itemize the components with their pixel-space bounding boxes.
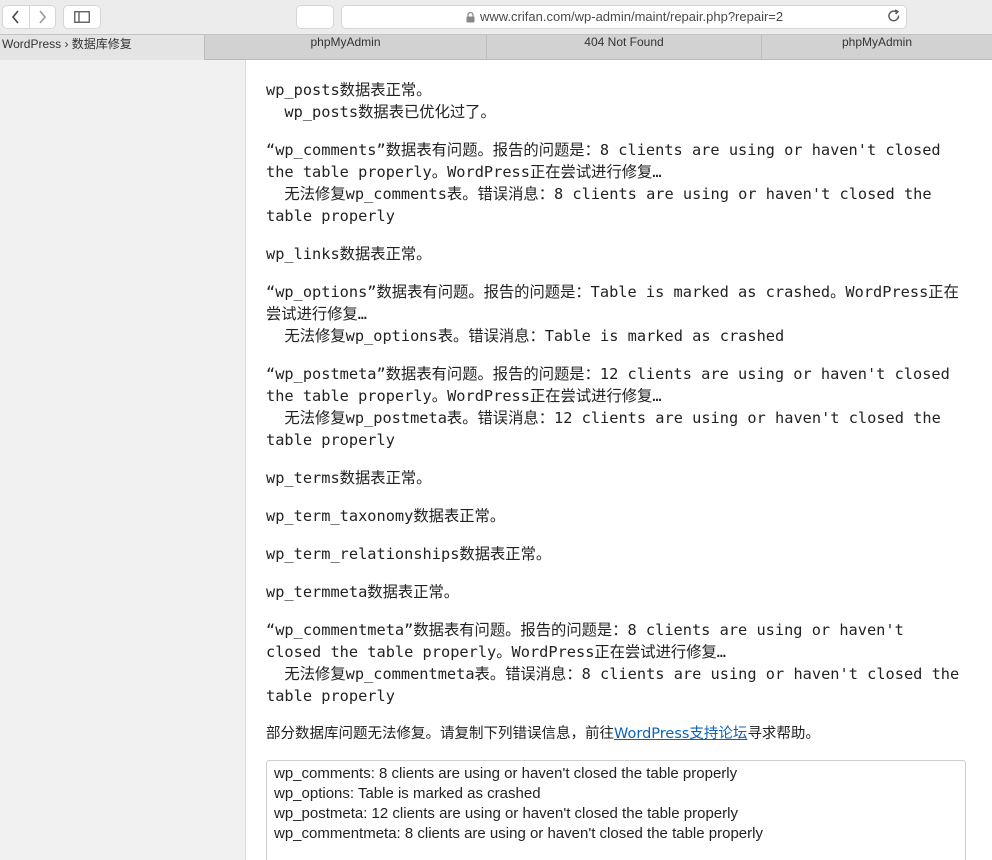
final-message-text: 部分数据库问题无法修复。请复制下列错误信息，前往: [266, 726, 614, 742]
repair-entry: wp_posts数据表正常。 wp_posts数据表已优化过了。: [266, 79, 966, 123]
error-line: wp_comments: 8 clients are using or have…: [274, 765, 738, 782]
entry-detail: 无法修复wp_comments表。错误消息：8 clients are usin…: [266, 185, 941, 225]
lock-icon: [466, 12, 475, 23]
entry-status: wp_links数据表正常。: [266, 245, 432, 263]
entry-status: “wp_comments”数据表有问题。报告的问题是：8 clients are…: [266, 141, 950, 181]
back-button[interactable]: [3, 6, 29, 28]
tab-bar: WordPress › 数据库修复 phpMyAdmin 404 Not Fou…: [0, 34, 992, 60]
chevron-left-icon: [11, 10, 19, 24]
chevron-right-icon: [39, 10, 47, 24]
repair-entry: “wp_postmeta”数据表有问题。报告的问题是：12 clients ar…: [266, 363, 966, 451]
repair-entry: “wp_commentmeta”数据表有问题。报告的问题是：8 clients …: [266, 619, 966, 707]
entry-status: wp_terms数据表正常。: [266, 469, 432, 487]
page-content: wp_posts数据表正常。 wp_posts数据表已优化过了。 “wp_com…: [245, 60, 992, 860]
repair-entry: wp_term_relationships数据表正常。: [266, 543, 966, 565]
entry-status: wp_term_taxonomy数据表正常。: [266, 507, 506, 525]
final-message-suffix: 寻求帮助。: [747, 726, 820, 742]
repair-results: wp_posts数据表正常。 wp_posts数据表已优化过了。 “wp_com…: [266, 79, 966, 761]
tab-phpmyadmin[interactable]: phpMyAdmin: [204, 35, 486, 60]
entry-detail: 无法修复wp_commentmeta表。错误消息：8 clients are u…: [266, 665, 969, 705]
tab-phpmyadmin-2[interactable]: phpMyAdmin: [761, 35, 992, 60]
support-forum-link[interactable]: WordPress支持论坛: [614, 726, 747, 742]
error-line: wp_commentmeta: 8 clients are using or h…: [274, 825, 763, 842]
toolbar-button[interactable]: [296, 5, 334, 29]
error-line: wp_postmeta: 12 clients are using or hav…: [274, 805, 738, 822]
error-details-textarea[interactable]: wp_comments: 8 clients are using or have…: [266, 760, 966, 860]
repair-entry: “wp_options”数据表有问题。报告的问题是：Table is marke…: [266, 281, 966, 347]
entry-status: wp_term_relationships数据表正常。: [266, 545, 552, 563]
final-message: 部分数据库问题无法修复。请复制下列错误信息，前往WordPress支持论坛寻求帮…: [266, 723, 966, 745]
sidebar-toggle-button[interactable]: [63, 5, 101, 29]
tab-wordpress-repair[interactable]: WordPress › 数据库修复: [0, 35, 204, 60]
error-line: wp_options: Table is marked as crashed: [274, 785, 541, 802]
reload-icon[interactable]: [887, 9, 901, 23]
address-url[interactable]: www.crifan.com/wp-admin/maint/repair.php…: [480, 9, 783, 24]
forward-button[interactable]: [28, 6, 56, 28]
nav-button-group: [2, 5, 56, 29]
entry-detail: wp_posts数据表已优化过了。: [266, 103, 496, 121]
repair-entry: wp_termmeta数据表正常。: [266, 581, 966, 603]
repair-entry: “wp_comments”数据表有问题。报告的问题是：8 clients are…: [266, 139, 966, 227]
repair-entry: wp_term_taxonomy数据表正常。: [266, 505, 966, 527]
entry-status: wp_posts数据表正常。: [266, 81, 432, 99]
entry-status: “wp_postmeta”数据表有问题。报告的问题是：12 clients ar…: [266, 365, 960, 405]
entry-status: “wp_commentmeta”数据表有问题。报告的问题是：8 clients …: [266, 621, 914, 661]
entry-detail: 无法修复wp_options表。错误消息：Table is marked as …: [266, 327, 785, 345]
sidebar-icon: [74, 11, 90, 23]
entry-detail: 无法修复wp_postmeta表。错误消息：12 clients are usi…: [266, 409, 951, 449]
repair-entry: wp_terms数据表正常。: [266, 467, 966, 489]
browser-toolbar: www.crifan.com/wp-admin/maint/repair.php…: [0, 0, 992, 34]
repair-entry: wp_links数据表正常。: [266, 243, 966, 265]
address-bar[interactable]: www.crifan.com/wp-admin/maint/repair.php…: [341, 5, 907, 29]
entry-status: wp_termmeta数据表正常。: [266, 583, 460, 601]
tab-404-not-found[interactable]: 404 Not Found: [486, 35, 761, 60]
entry-status: “wp_options”数据表有问题。报告的问题是：Table is marke…: [266, 283, 959, 323]
